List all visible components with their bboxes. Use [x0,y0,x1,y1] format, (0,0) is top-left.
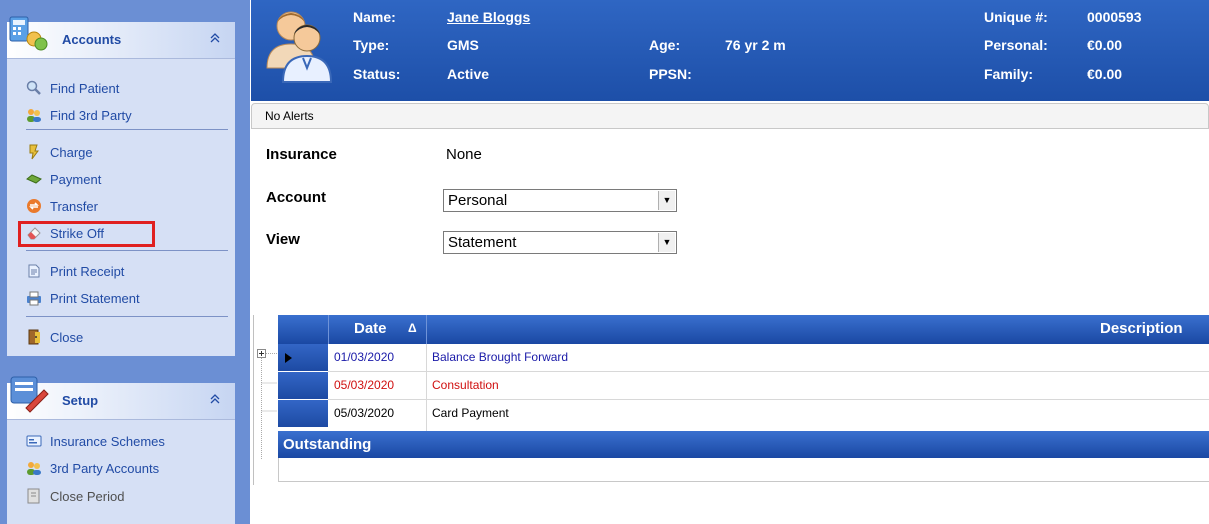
column-divider [426,344,427,431]
status-label: Status: [353,66,401,82]
date-column-header[interactable]: Date [354,320,387,337]
column-divider [328,315,329,344]
door-exit-icon [28,329,40,345]
row-selector[interactable] [278,344,328,371]
row-date[interactable]: 05/03/2020 [334,406,394,420]
3rd-party-accounts-label: 3rd Party Accounts [50,460,160,476]
setup-panel-header[interactable]: Setup [7,376,235,420]
patient-type: GMS [447,37,479,53]
charge-label: Charge [50,144,93,160]
receipt-icon [28,264,40,278]
outstanding-row [278,458,1209,482]
payment-icon [26,174,42,184]
find-patient-label: Find Patient [50,80,120,96]
view-select-value: Statement [448,234,517,251]
patient-age: 76 yr 2 m [725,37,786,53]
patient-unique-number: 0000593 [1087,9,1142,25]
row-divider [328,399,1209,400]
ppsn-label: PPSN: [649,66,692,82]
family-label: Family: [984,66,1034,82]
row-selector[interactable] [278,372,328,399]
alerts-bar: No Alerts [251,103,1209,129]
close-label: Close [50,329,84,345]
transfer-link[interactable]: Transfer [26,196,98,216]
print-statement-link[interactable]: Print Statement [26,288,140,308]
age-label: Age: [649,37,681,53]
account-select-value: Personal [448,192,508,209]
setup-title: Setup [62,393,99,408]
current-row-arrow-icon [285,353,292,363]
name-label: Name: [353,9,396,25]
print-statement-label: Print Statement [50,290,140,306]
insurance-label: Insurance [266,146,337,163]
statement-grid: Date Δ Description 01/03/2020 Balance Br… [253,315,1209,485]
patient-header: Name: Jane Bloggs Type: GMS Status: Acti… [251,0,1209,101]
people-icon [27,109,41,122]
people-icon [27,462,41,475]
transfer-label: Transfer [50,198,98,214]
column-divider [426,315,427,344]
grid-header: Date Δ Description [278,315,1209,344]
row-description[interactable]: Balance Brought Forward [432,350,568,364]
personal-label: Personal: [984,37,1048,53]
patient-name-link[interactable]: Jane Bloggs [447,9,530,25]
find-patient-link[interactable]: Find Patient [26,78,119,98]
charge-link[interactable]: Charge [26,142,93,162]
chevron-up-icon[interactable] [207,31,223,47]
accounts-title: Accounts [62,32,122,47]
patient-status: Active [447,66,490,82]
payment-link[interactable]: Payment [26,169,101,189]
charge-icon [29,144,39,160]
insurance-schemes-link[interactable]: Insurance Schemes [26,431,165,451]
view-label: View [266,231,300,248]
patient-avatar-icon [266,11,333,83]
close-period-link[interactable]: Close Period [26,486,124,506]
strike-off-highlight [18,221,155,247]
expand-icon[interactable] [257,349,277,459]
document-icon [27,488,40,504]
accounts-icon [9,16,48,51]
description-column-header[interactable]: Description [1100,320,1183,337]
sidebar: Accounts Find Patient Find 3rd Party Cha… [0,0,250,524]
personal-balance: €0.00 [1087,37,1123,53]
sort-ascending-icon[interactable]: Δ [408,321,417,335]
setup-icon [10,376,49,413]
find-3rd-party-link[interactable]: Find 3rd Party [26,105,132,125]
print-receipt-link[interactable]: Print Receipt [26,261,124,281]
close-period-label: Close Period [50,488,125,504]
setup-panel: Setup Insurance Schemes 3rd Party Accoun… [7,376,235,524]
type-label: Type: [353,37,390,53]
print-receipt-label: Print Receipt [50,263,125,279]
row-date[interactable]: 05/03/2020 [334,378,394,392]
transfer-icon [27,199,41,213]
accounts-panel: Accounts Find Patient Find 3rd Party Cha… [7,16,235,356]
row-description[interactable]: Card Payment [432,406,509,420]
row-date[interactable]: 01/03/2020 [334,350,394,364]
outstanding-header: Outstanding [278,431,1209,458]
insurance-value: None [446,146,482,163]
row-description[interactable]: Consultation [432,378,499,392]
dropdown-arrow-icon[interactable]: ▼ [658,233,675,252]
insurance-schemes-label: Insurance Schemes [50,433,165,449]
payment-label: Payment [50,171,102,187]
account-label: Account [266,189,326,206]
find-3rd-party-label: Find 3rd Party [50,107,132,123]
row-selector[interactable] [278,400,328,427]
unique-label: Unique #: [984,9,1048,25]
3rd-party-accounts-link[interactable]: 3rd Party Accounts [26,458,159,478]
card-icon [26,435,42,447]
printer-icon [27,291,41,306]
divider [26,250,228,251]
account-select[interactable]: Personal ▼ [443,189,677,212]
accounts-panel-header[interactable]: Accounts [7,16,235,59]
row-divider [328,371,1209,372]
chevron-up-icon[interactable] [207,392,223,408]
close-link[interactable]: Close [26,327,83,347]
magnifier-icon [26,80,41,95]
family-balance: €0.00 [1087,66,1123,82]
dropdown-arrow-icon[interactable]: ▼ [658,191,675,210]
view-select[interactable]: Statement ▼ [443,231,677,254]
divider [26,316,228,317]
divider [26,129,228,130]
